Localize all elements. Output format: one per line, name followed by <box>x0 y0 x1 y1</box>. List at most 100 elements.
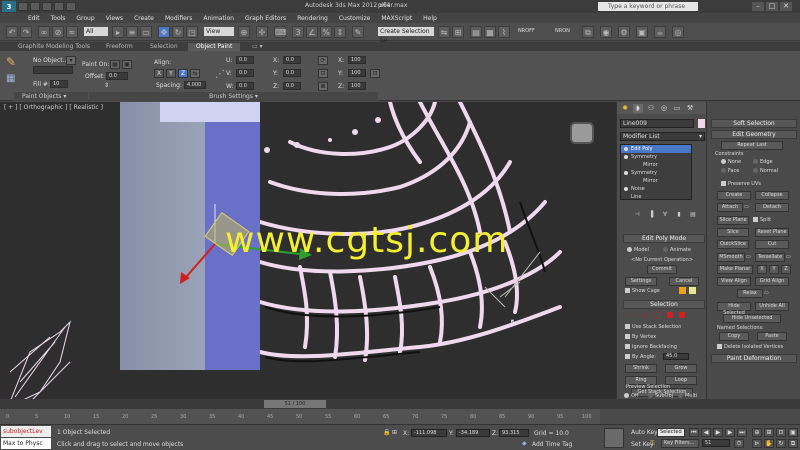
align-flip-icon[interactable]: ⇆ <box>190 69 200 78</box>
save-file-icon[interactable] <box>42 2 52 11</box>
mirror-icon[interactable]: ⇋ <box>438 26 450 38</box>
attach-button[interactable]: Attach <box>717 203 743 212</box>
menu-customize[interactable]: Customize <box>339 15 371 22</box>
msmooth-button[interactable]: MSmooth <box>717 253 745 262</box>
align-icon[interactable]: ⊞ <box>452 26 464 38</box>
new-file-icon[interactable] <box>18 2 28 11</box>
select-by-name-icon[interactable]: ≡ <box>126 26 138 38</box>
pivot-center-icon[interactable]: ⊕ <box>238 26 250 38</box>
detach-button[interactable]: Detach <box>755 203 789 212</box>
selection-rollout[interactable]: Selection <box>623 300 705 309</box>
nron-label[interactable]: NRON <box>555 28 570 34</box>
render-setup-icon[interactable]: ⚙ <box>618 26 630 38</box>
hierarchy-tab-icon[interactable]: ⚇ <box>646 104 656 113</box>
rendered-frame-icon[interactable]: ▣ <box>636 26 648 38</box>
soft-selection-rollout[interactable]: Soft Selection <box>711 119 797 128</box>
bulb-icon[interactable] <box>624 187 628 191</box>
rotate-lock-icon[interactable]: ⊡ <box>318 69 328 78</box>
link-icon[interactable]: ∞ <box>38 26 50 38</box>
display-tab-icon[interactable]: ▭ <box>672 104 682 113</box>
u-input[interactable]: 0.0 <box>236 56 254 64</box>
zoom-icon[interactable]: ⊕ <box>752 428 762 437</box>
cage-color-swatch[interactable] <box>679 287 686 294</box>
slice-button[interactable]: Slice <box>717 228 749 237</box>
field-of-view-icon[interactable]: ⊳ <box>752 439 762 448</box>
border-level-icon[interactable]: ◯ <box>653 311 661 319</box>
remove-modifier-icon[interactable]: ▮ <box>674 211 684 220</box>
modifier-stack[interactable]: Edit Poly Symmetry Mirror Symmetry Mirro… <box>620 144 692 200</box>
current-frame-input[interactable]: 51 <box>702 439 730 447</box>
play-icon[interactable]: ▶ <box>713 428 723 437</box>
constraint-edge-radio[interactable]: Edge <box>753 159 773 165</box>
zoom-all-icon[interactable]: ⊞ <box>764 428 774 437</box>
create-tab-icon[interactable]: ✹ <box>620 104 630 113</box>
vertex-level-icon[interactable]: ∴ <box>629 311 633 319</box>
unlink-icon[interactable]: ⊘ <box>52 26 64 38</box>
viewport-orthographic[interactable]: [ + ] [ Orthographic ] [ Realistic ] www… <box>0 102 616 399</box>
constraint-none-radio[interactable]: None <box>721 159 741 165</box>
ignore-backfacing-checkbox[interactable]: Ignore Backfacing <box>625 344 677 350</box>
create-button[interactable]: Create <box>717 191 751 200</box>
grid-align-button[interactable]: Grid Align <box>755 277 789 286</box>
y-offset-input[interactable]: 0.0 <box>283 69 301 77</box>
quickslice-button[interactable]: QuickSlice <box>717 240 749 249</box>
named-selection-set-input[interactable]: Create Selection Se <box>378 27 434 44</box>
show-cage-checkbox[interactable]: Show Cage <box>625 288 660 294</box>
key-mode-select[interactable]: Selected <box>657 428 685 437</box>
render-production-icon[interactable]: ☕ <box>654 26 666 38</box>
constraint-face-radio[interactable]: Face <box>721 168 739 174</box>
modify-tab-icon[interactable]: ◗ <box>633 104 643 113</box>
keyboard-shortcut-icon[interactable]: ⌨ <box>274 26 287 38</box>
split-checkbox[interactable]: Split <box>753 217 771 223</box>
graphite-toggle-icon[interactable]: ▦ <box>484 26 496 38</box>
z-coord-input[interactable]: 93.315 <box>499 429 529 437</box>
scatter-icon[interactable]: ⋰ <box>215 69 225 80</box>
make-unique-icon[interactable]: ∀ <box>660 211 670 220</box>
time-slider-handle[interactable]: 51 / 100 <box>264 400 326 408</box>
time-tag-icon[interactable]: ◆ <box>522 440 527 447</box>
shrink-button[interactable]: Shrink <box>625 364 657 373</box>
collapse-button[interactable]: Collapse <box>755 191 789 200</box>
cage-selected-color-swatch[interactable] <box>689 287 696 294</box>
stack-item[interactable]: Symmetry <box>621 153 691 161</box>
search-input[interactable]: Type a keyword or phrase <box>598 2 698 11</box>
zoom-extents-icon[interactable]: ⊡ <box>776 428 786 437</box>
constraint-normal-radio[interactable]: Normal <box>753 168 778 174</box>
model-radio[interactable]: Model <box>627 247 649 253</box>
bulb-icon[interactable] <box>624 171 628 175</box>
planar-z-button[interactable]: Z <box>781 265 791 274</box>
nroff-label[interactable]: NROFF <box>518 28 535 34</box>
edit-poly-mode-rollout[interactable]: Edit Poly Mode <box>623 234 705 243</box>
rotate-reset-icon[interactable]: ⊠ <box>318 82 328 91</box>
select-object-icon[interactable]: ▸ <box>112 26 124 38</box>
goto-end-icon[interactable]: ⏭ <box>737 428 747 437</box>
open-file-icon[interactable] <box>30 2 40 11</box>
maximize-viewport-icon[interactable]: ⧉ <box>788 439 798 448</box>
maximize-icon[interactable]: □ <box>766 2 778 11</box>
maxscript-listener-input[interactable]: Max to Physc <box>1 438 51 449</box>
relax-button[interactable]: Relax <box>737 289 763 298</box>
cancel-button[interactable]: Cancel <box>669 277 699 286</box>
object-color-swatch[interactable] <box>698 119 705 128</box>
stack-item[interactable]: Line <box>621 193 691 201</box>
copy-button[interactable]: Copy <box>719 332 749 341</box>
offset-spinner-icon[interactable]: ⇕ <box>104 82 109 89</box>
transform-mode-icon[interactable]: ⊞ <box>392 429 397 436</box>
stack-item[interactable]: Symmetry <box>621 169 691 177</box>
redo-icon[interactable] <box>66 2 76 11</box>
menu-tools[interactable]: Tools <box>51 15 66 22</box>
reference-coordinate-select[interactable]: View <box>204 27 234 36</box>
zoom-extents-all-icon[interactable]: ▣ <box>788 428 798 437</box>
scale-lock-icon[interactable]: ⊡ <box>370 69 380 78</box>
settings-button[interactable]: Settings <box>625 277 657 286</box>
by-angle-checkbox[interactable]: By Angle: <box>625 354 656 360</box>
grow-button[interactable]: Grow <box>665 364 697 373</box>
paint-object-list[interactable] <box>33 66 73 74</box>
hide-unselected-button[interactable]: Hide Unselected <box>723 314 781 323</box>
spinner-snap-icon[interactable]: ⇕ <box>334 26 346 38</box>
z-offset-input[interactable]: 0.0 <box>283 82 301 90</box>
align-y-button[interactable]: Y <box>166 69 176 78</box>
cut-button[interactable]: Cut <box>755 240 789 249</box>
select-rotate-icon[interactable]: ↻ <box>172 26 184 38</box>
angle-snap-icon[interactable]: ∠ <box>306 26 318 38</box>
